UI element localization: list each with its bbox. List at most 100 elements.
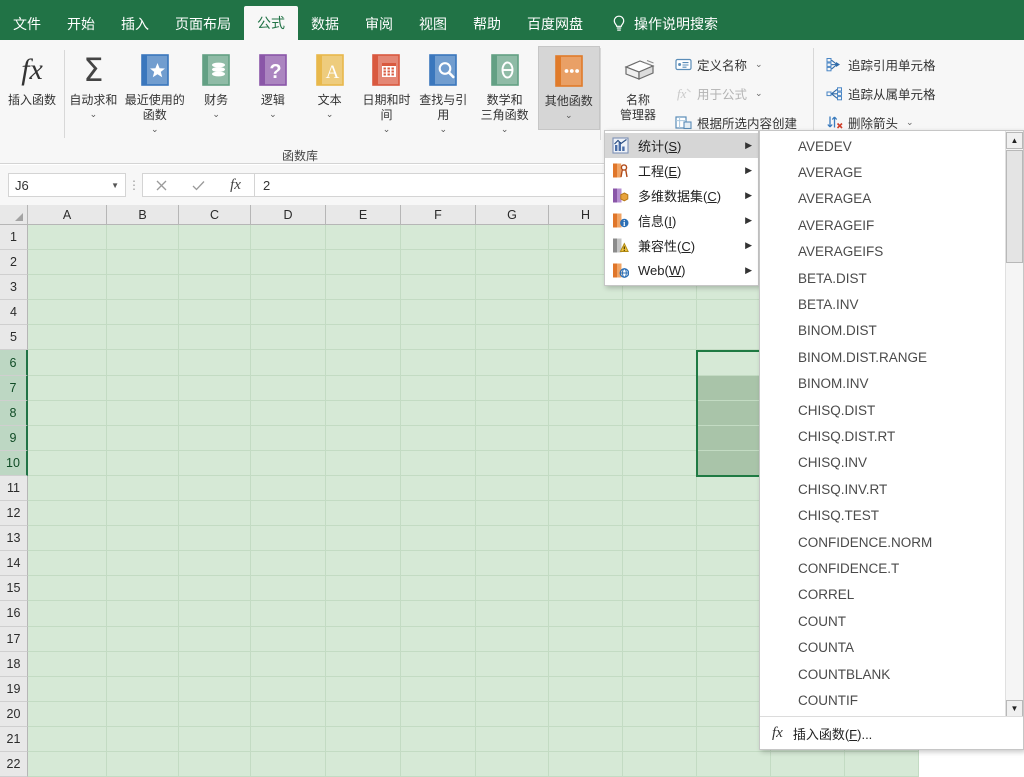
- cell-G9[interactable]: [476, 425, 549, 451]
- chevron-down-icon[interactable]: ⌄: [269, 110, 277, 119]
- chevron-down-icon[interactable]: ⌄: [755, 59, 763, 70]
- cell-B16[interactable]: [107, 601, 179, 627]
- cell-C1[interactable]: [179, 225, 251, 251]
- chevron-down-icon[interactable]: ⌄: [90, 110, 98, 119]
- cell-A10[interactable]: [28, 450, 107, 476]
- scroll-down-button[interactable]: ▼: [1006, 700, 1023, 716]
- row-header-5[interactable]: 5: [0, 325, 28, 351]
- cell-D1[interactable]: [251, 225, 326, 251]
- cell-B3[interactable]: [107, 275, 179, 301]
- cell-D4[interactable]: [251, 300, 326, 326]
- cell-E4[interactable]: [326, 300, 401, 326]
- cell-E21[interactable]: [326, 726, 401, 752]
- cell-E3[interactable]: [326, 275, 401, 301]
- cell-H4[interactable]: [549, 300, 623, 326]
- cell-F9[interactable]: [401, 425, 476, 451]
- cell-A17[interactable]: [28, 626, 107, 652]
- ribbon-tab-7[interactable]: 视图: [406, 8, 460, 40]
- cell-E6[interactable]: [326, 350, 401, 376]
- cell-G2[interactable]: [476, 250, 549, 276]
- logical-button[interactable]: ? 逻辑 ⌄: [244, 46, 301, 142]
- cell-H17[interactable]: [549, 626, 623, 652]
- cell-I9[interactable]: [623, 425, 697, 451]
- cell-H22[interactable]: [549, 751, 623, 777]
- cell-G19[interactable]: [476, 676, 549, 702]
- cell-D22[interactable]: [251, 751, 326, 777]
- cell-I4[interactable]: [623, 300, 697, 326]
- cell-H19[interactable]: [549, 676, 623, 702]
- chevron-down-icon[interactable]: ⌄: [383, 125, 391, 134]
- cell-A14[interactable]: [28, 551, 107, 577]
- function-item-18[interactable]: COUNT: [760, 608, 1023, 634]
- chevron-down-icon[interactable]: ⌄: [212, 110, 220, 119]
- cell-B14[interactable]: [107, 551, 179, 577]
- cell-F2[interactable]: [401, 250, 476, 276]
- cell-A18[interactable]: [28, 651, 107, 677]
- cell-C2[interactable]: [179, 250, 251, 276]
- cell-A15[interactable]: [28, 576, 107, 602]
- cell-A20[interactable]: [28, 701, 107, 727]
- function-item-4[interactable]: AVERAGEIFS: [760, 239, 1023, 265]
- cell-D6[interactable]: [251, 350, 326, 376]
- cell-E16[interactable]: [326, 601, 401, 627]
- cell-A4[interactable]: [28, 300, 107, 326]
- cell-E12[interactable]: [326, 501, 401, 527]
- cell-I10[interactable]: [623, 450, 697, 476]
- function-item-3[interactable]: AVERAGEIF: [760, 212, 1023, 238]
- cell-F4[interactable]: [401, 300, 476, 326]
- cell-E9[interactable]: [326, 425, 401, 451]
- name-box[interactable]: J6 ▼: [8, 173, 126, 197]
- financial-button[interactable]: 财务 ⌄: [188, 46, 245, 142]
- cell-E5[interactable]: [326, 325, 401, 351]
- cell-D17[interactable]: [251, 626, 326, 652]
- cell-H13[interactable]: [549, 526, 623, 552]
- cell-H11[interactable]: [549, 475, 623, 502]
- cell-G12[interactable]: [476, 501, 549, 527]
- function-item-15[interactable]: CONFIDENCE.NORM: [760, 529, 1023, 555]
- cell-I11[interactable]: [623, 475, 697, 502]
- cell-E15[interactable]: [326, 576, 401, 602]
- function-item-10[interactable]: CHISQ.DIST: [760, 397, 1023, 423]
- cell-D11[interactable]: [251, 475, 326, 502]
- cell-B8[interactable]: [107, 400, 179, 426]
- cell-A8[interactable]: [28, 400, 107, 426]
- cell-F7[interactable]: [401, 375, 476, 401]
- cell-E11[interactable]: [326, 475, 401, 502]
- chevron-down-icon[interactable]: ⌄: [151, 125, 159, 134]
- cell-D5[interactable]: [251, 325, 326, 351]
- cell-D15[interactable]: [251, 576, 326, 602]
- cell-E1[interactable]: [326, 225, 401, 251]
- function-item-21[interactable]: COUNTIF: [760, 687, 1023, 713]
- cell-I20[interactable]: [623, 701, 697, 727]
- row-header-10[interactable]: 10: [0, 450, 28, 476]
- cell-I15[interactable]: [623, 576, 697, 602]
- cell-B2[interactable]: [107, 250, 179, 276]
- cell-A7[interactable]: [28, 375, 107, 401]
- cell-B11[interactable]: [107, 475, 179, 502]
- cell-H16[interactable]: [549, 601, 623, 627]
- cell-I8[interactable]: [623, 400, 697, 426]
- cell-C22[interactable]: [179, 751, 251, 777]
- ribbon-tab-4[interactable]: 公式: [244, 6, 298, 40]
- row-header-2[interactable]: 2: [0, 250, 28, 276]
- function-item-6[interactable]: BETA.INV: [760, 291, 1023, 317]
- cancel-formula-button[interactable]: [143, 174, 180, 196]
- function-item-2[interactable]: AVERAGEA: [760, 186, 1023, 212]
- cell-E17[interactable]: [326, 626, 401, 652]
- cell-H9[interactable]: [549, 425, 623, 451]
- cell-C17[interactable]: [179, 626, 251, 652]
- cell-F18[interactable]: [401, 651, 476, 677]
- ribbon-tab-1[interactable]: 开始: [54, 8, 108, 40]
- function-item-5[interactable]: BETA.DIST: [760, 265, 1023, 291]
- menu-item-5[interactable]: Web(W) ▶: [605, 258, 758, 283]
- row-header-17[interactable]: 17: [0, 626, 28, 652]
- ribbon-tab-2[interactable]: 插入: [108, 8, 162, 40]
- cell-F8[interactable]: [401, 400, 476, 426]
- cell-G11[interactable]: [476, 475, 549, 502]
- chevron-down-icon[interactable]: ⌄: [755, 88, 763, 99]
- function-item-1[interactable]: AVERAGE: [760, 159, 1023, 185]
- cell-F16[interactable]: [401, 601, 476, 627]
- cell-H18[interactable]: [549, 651, 623, 677]
- cell-D8[interactable]: [251, 400, 326, 426]
- cell-E13[interactable]: [326, 526, 401, 552]
